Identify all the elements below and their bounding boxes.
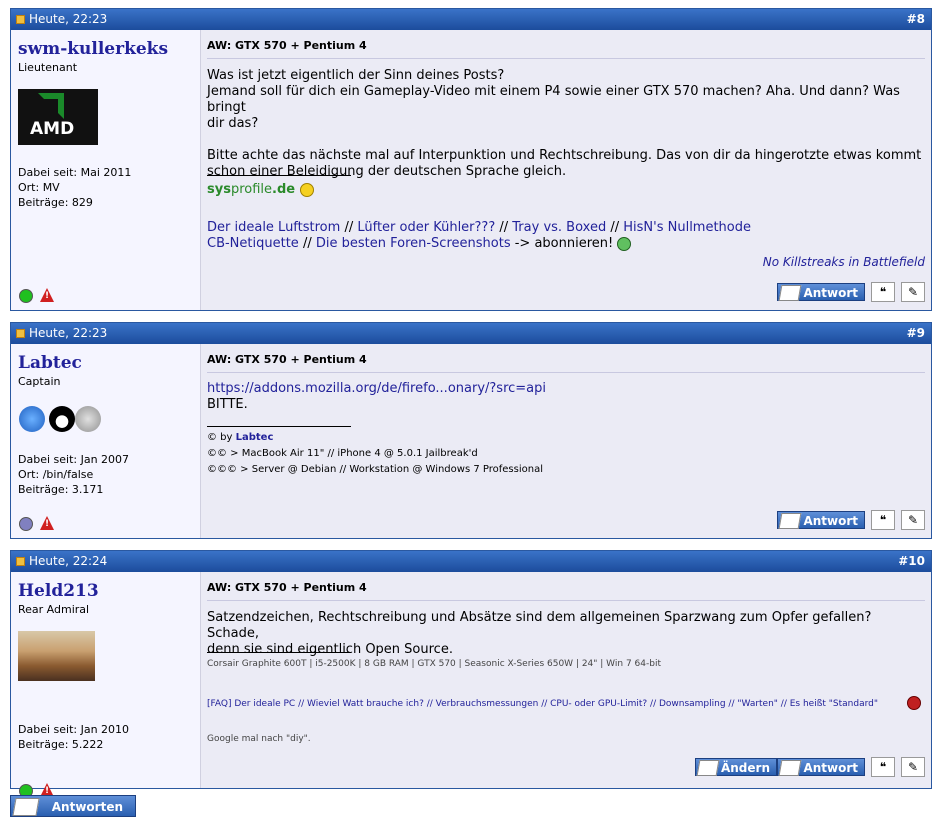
- user-column: Held213 Rear Admiral Dabei seit: Jan 201…: [11, 572, 200, 798]
- post-message: Was ist jetzt eigentlich der Sinn deines…: [207, 68, 922, 179]
- user-info: Dabei seit: Mai 2011 Ort: MV Beiträge: 8…: [18, 166, 132, 209]
- user-column: swm-kullerkeks Lieutenant AMD Dabei seit…: [11, 30, 200, 310]
- pencil-icon: [778, 760, 802, 776]
- grin-smiley-icon: [617, 236, 632, 251]
- user-rank: Rear Admiral: [18, 603, 90, 616]
- user-info: Dabei seit: Jan 2010 Beiträge: 5.222: [18, 723, 130, 751]
- multiquote-button[interactable]: ❝: [871, 757, 895, 777]
- post-title: AW: GTX 570 + Pentium 4: [207, 39, 925, 59]
- sig-link[interactable]: CB-Netiquette: [207, 236, 299, 251]
- post-date: Heute, 22:23: [29, 12, 108, 26]
- post-title: AW: GTX 570 + Pentium 4: [207, 581, 925, 601]
- post-message: https://addons.mozilla.org/de/firefo...o…: [207, 381, 925, 413]
- quick-reply-button[interactable]: ✎: [901, 757, 925, 777]
- multiquote-button[interactable]: ❝: [871, 510, 895, 530]
- sig-link[interactable]: Lüfter oder Kühler???: [357, 220, 495, 235]
- smiley-icon: [299, 182, 314, 197]
- angry-smiley-icon: [907, 696, 921, 710]
- username-link[interactable]: swm-kullerkeks: [18, 39, 168, 59]
- message-column: AW: GTX 570 + Pentium 4 Satzendzeichen, …: [200, 572, 931, 788]
- online-status-icon: [19, 289, 33, 303]
- sig-link[interactable]: Die besten Foren-Screenshots: [316, 236, 511, 251]
- signature-links[interactable]: [FAQ] Der ideale PC // Wieviel Watt brau…: [207, 696, 925, 712]
- post-number-link[interactable]: #8: [907, 9, 925, 30]
- post-icon: [16, 329, 25, 338]
- quick-reply-button[interactable]: ✎: [901, 510, 925, 530]
- sig-link[interactable]: HisN's Nullmethode: [623, 220, 751, 235]
- pencil-icon: [778, 513, 802, 529]
- edit-post-button[interactable]: Ändern: [695, 758, 777, 776]
- sig-link[interactable]: Der ideale Luftstrom: [207, 220, 340, 235]
- post-8: Heute, 22:23 #8 swm-kullerkeks Lieutenan…: [10, 8, 932, 311]
- post-header: Heute, 22:23 #9: [11, 323, 931, 344]
- sysprofile-link[interactable]: sysprofile.de: [207, 182, 314, 197]
- post-10: Heute, 22:24 #10 Held213 Rear Admiral Da…: [10, 550, 932, 798]
- quick-reply-button[interactable]: ✎: [901, 282, 925, 302]
- user-column: Labtec Captain Dabei seit: Jan 2007 Ort:…: [11, 344, 200, 538]
- post-header: Heute, 22:23 #8: [11, 9, 931, 30]
- post-number-link[interactable]: #9: [907, 323, 925, 344]
- post-header: Heute, 22:24 #10: [11, 551, 931, 572]
- windows-icon: [19, 406, 45, 432]
- post-date: Heute, 22:23: [29, 326, 108, 340]
- report-post-icon[interactable]: [40, 288, 54, 302]
- user-rank: Captain: [18, 375, 61, 388]
- edit-icon: [696, 760, 720, 776]
- apple-icon: [75, 406, 101, 432]
- signature: © by Labtec ©© > MacBook Air 11" // iPho…: [207, 432, 543, 475]
- pencil-icon: [778, 285, 802, 301]
- post-number-link[interactable]: #10: [898, 551, 925, 572]
- post-icon: [16, 557, 25, 566]
- pencil-icon: [12, 798, 40, 816]
- post-9: Heute, 22:23 #9 Labtec Captain Dabei sei…: [10, 322, 932, 539]
- report-post-icon[interactable]: [40, 516, 54, 530]
- quote-reply-button[interactable]: Antwort: [777, 511, 865, 529]
- offline-status-icon: [19, 517, 33, 531]
- signature-google: Google mal nach "diy".: [207, 734, 311, 744]
- post-icon: [16, 15, 25, 24]
- signature-specs: Corsair Graphite 600T | i5-2500K | 8 GB …: [207, 659, 661, 669]
- user-rank: Lieutenant: [18, 61, 78, 74]
- user-info: Dabei seit: Jan 2007 Ort: /bin/false Bei…: [18, 453, 130, 496]
- signature-divider: [207, 175, 351, 176]
- avatar: [18, 631, 95, 681]
- linux-tux-icon: [49, 406, 75, 432]
- sig-link[interactable]: Tray vs. Boxed: [512, 220, 606, 235]
- avatar: AMD: [18, 89, 98, 145]
- new-reply-button[interactable]: Antworten: [10, 795, 136, 817]
- message-column: AW: GTX 570 + Pentium 4 Was ist jetzt ei…: [200, 30, 931, 310]
- signature-italic: No Killstreaks in Battlefield: [762, 255, 925, 269]
- amd-logo-icon: [38, 93, 64, 119]
- post-date: Heute, 22:24: [29, 554, 108, 568]
- quote-reply-button[interactable]: Antwort: [777, 758, 865, 776]
- signature-links: Der ideale Luftstrom // Lüfter oder Kühl…: [207, 220, 752, 251]
- username-link[interactable]: Held213: [18, 581, 99, 601]
- username-link[interactable]: Labtec: [18, 353, 82, 373]
- signature-divider: [207, 426, 351, 427]
- quote-reply-button[interactable]: Antwort: [777, 283, 865, 301]
- message-column: AW: GTX 570 + Pentium 4 https://addons.m…: [200, 344, 931, 538]
- post-message: Satzendzeichen, Rechtschreibung und Absä…: [207, 610, 872, 657]
- post-url-link[interactable]: https://addons.mozilla.org/de/firefo...o…: [207, 381, 925, 397]
- multiquote-button[interactable]: ❝: [871, 282, 895, 302]
- post-title: AW: GTX 570 + Pentium 4: [207, 353, 925, 373]
- signature-divider: [207, 652, 351, 653]
